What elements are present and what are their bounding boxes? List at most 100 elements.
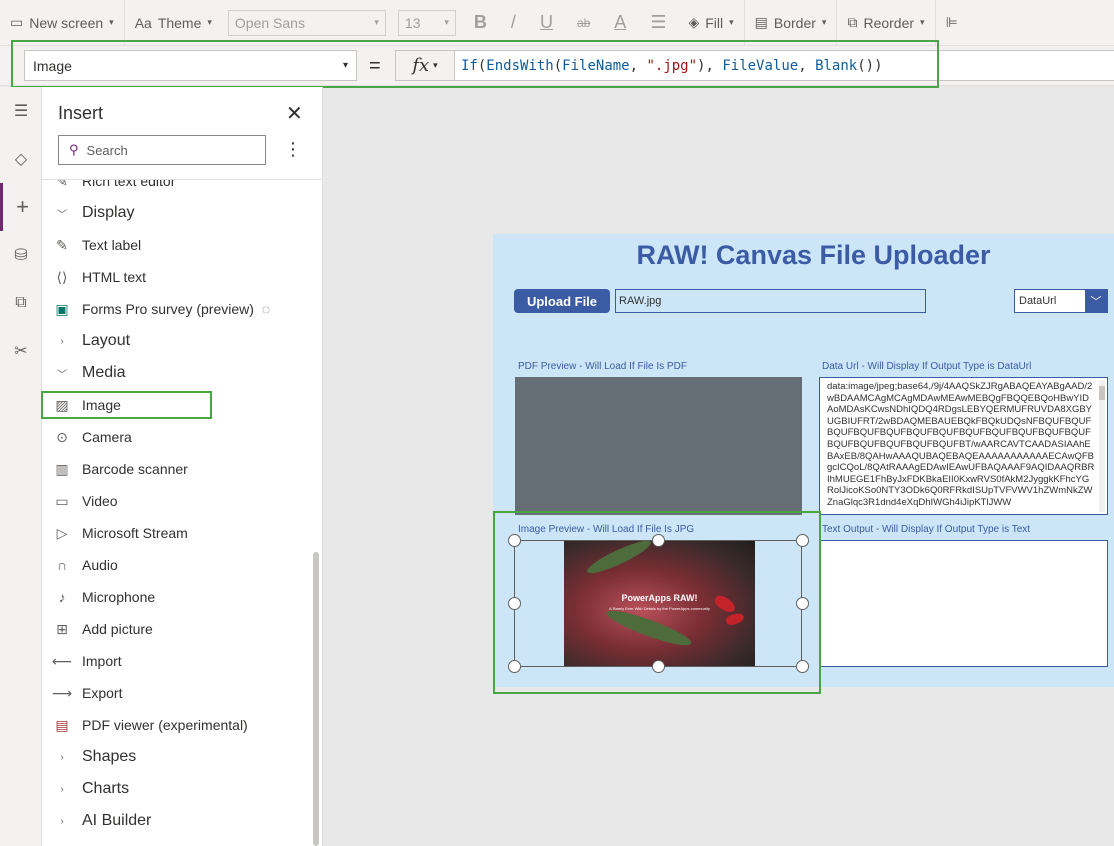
insert-item[interactable]: ⊞ Add picture: [42, 613, 312, 645]
export-icon: ⟶: [51, 684, 73, 701]
insert-item-label: Media: [82, 364, 126, 381]
insert-item-label: Camera: [82, 429, 132, 445]
insert-item-label: Text label: [82, 237, 142, 253]
insert-item-label: Add picture: [82, 621, 153, 637]
dataurl-scrollbar[interactable]: [1099, 380, 1105, 512]
advanced-tools-icon[interactable]: ✂: [0, 327, 42, 375]
data-icon[interactable]: ⛁: [0, 231, 42, 279]
search-input[interactable]: ⚲ Search: [58, 135, 266, 165]
chevron-right-icon: ›: [60, 751, 64, 763]
dataurl-label: Data Url - Will Display If Output Type i…: [822, 361, 1032, 372]
pdf-viewer[interactable]: [515, 377, 802, 515]
output-type-dropdown[interactable]: DataUrl ﹀: [1014, 289, 1108, 313]
panel-scrollbar[interactable]: [313, 552, 319, 846]
insert-item[interactable]: ♪ Microphone: [42, 581, 312, 613]
paint-bucket-icon: ◈: [688, 14, 700, 30]
insert-item[interactable]: ▤ PDF viewer (experimental): [42, 709, 312, 741]
font-family-select[interactable]: Open Sans ▾: [227, 9, 386, 36]
insert-item-label: AI Builder: [82, 812, 152, 829]
add-picture-icon: ⊞: [56, 620, 68, 637]
close-icon[interactable]: ✕: [286, 101, 303, 126]
insert-item[interactable]: ▣ Forms Pro survey (preview) ◌: [42, 293, 312, 325]
camera-icon: ⊙: [56, 428, 68, 445]
text-output[interactable]: [819, 540, 1108, 667]
pdf-preview-label: PDF Preview - Will Load If File Is PDF: [518, 361, 687, 372]
more-options-icon[interactable]: ⋮: [284, 139, 302, 160]
fill-label: Fill: [705, 14, 724, 31]
insert-item[interactable]: ⊙ Camera: [42, 421, 312, 453]
chevron-down-icon: ▾: [207, 17, 212, 27]
insert-item[interactable]: ⟵ Import: [42, 645, 312, 677]
hamburger-menu-icon[interactable]: ☰: [0, 87, 42, 135]
underline-button[interactable]: U: [528, 12, 565, 33]
theme-icon: Aa: [134, 14, 152, 31]
formula-highlight-box: [11, 40, 939, 88]
forms-icon: ▣: [55, 300, 69, 317]
category-header[interactable]: › Shapes: [42, 741, 312, 773]
headphones-icon: ∩: [56, 557, 68, 573]
fill-button[interactable]: ◈ Fill ▾: [678, 0, 743, 46]
category-header[interactable]: › AI Builder: [42, 805, 312, 837]
chevron-right-icon: ›: [60, 335, 64, 347]
insert-item-label: PDF viewer (experimental): [82, 717, 248, 733]
font-family-value: Open Sans: [234, 14, 305, 31]
insert-item-label: Forms Pro survey (preview): [82, 301, 254, 317]
stream-icon: ▷: [56, 524, 68, 541]
insert-item-label: Rich text editor: [82, 180, 176, 189]
chevron-down-icon: ▾: [920, 17, 925, 27]
left-rail: ☰ ◇ + ⛁ ⧉ ✂: [0, 87, 42, 846]
align-objects-button[interactable]: ⊫: [936, 0, 968, 46]
category-header[interactable]: ﹀ Media: [42, 357, 312, 389]
insert-item-label: Microphone: [82, 589, 156, 605]
align-button[interactable]: ☰: [638, 12, 678, 33]
dataurl-output[interactable]: data:image/jpeg;base64,/9j/4AAQSkZJRgABA…: [819, 377, 1108, 515]
italic-button[interactable]: /: [499, 12, 528, 33]
insert-item-label: HTML text: [82, 269, 147, 285]
insert-item-label: Layout: [82, 332, 131, 349]
media-icon[interactable]: ⧉: [0, 279, 42, 327]
chevron-down-icon: ﹀: [57, 369, 67, 381]
import-icon: ⟵: [51, 652, 73, 669]
microphone-icon: ♪: [58, 589, 66, 605]
insert-item[interactable]: ✎ Text label: [42, 229, 312, 261]
reorder-button[interactable]: ⧉ Reorder ▾: [837, 0, 934, 46]
insert-item[interactable]: ⟨⟩ HTML text: [42, 261, 312, 293]
dataurl-text: data:image/jpeg;base64,/9j/4AAQSkZJRgABA…: [827, 381, 1095, 508]
app-title: RAW! Canvas File Uploader: [636, 240, 991, 270]
filename-input[interactable]: RAW.jpg: [615, 289, 926, 313]
tree-view-icon[interactable]: ◇: [0, 135, 42, 183]
image-item-highlight-box: [41, 391, 212, 419]
insert-item[interactable]: ▷ Microsoft Stream: [42, 517, 312, 549]
insert-icon[interactable]: +: [0, 183, 42, 231]
theme-button[interactable]: Aa Theme ▾: [125, 0, 222, 46]
insert-list: ✎ Rich text editor ﹀ Display ✎ Text label ⟨⟩ HT…: [42, 180, 323, 846]
bold-button[interactable]: B: [462, 12, 499, 33]
font-color-button[interactable]: A: [602, 12, 638, 33]
insert-item-label: Export: [82, 685, 123, 701]
category-header[interactable]: ﹀ Display: [42, 197, 312, 229]
insert-item[interactable]: ✎ Rich text editor: [42, 180, 312, 197]
border-icon: ▤: [754, 14, 768, 30]
category-header[interactable]: › Charts: [42, 773, 312, 805]
insert-item-label: Import: [82, 653, 122, 669]
insert-item[interactable]: ∩ Audio: [42, 549, 312, 581]
strikethrough-button[interactable]: ab: [565, 16, 602, 30]
upload-file-button[interactable]: Upload File: [514, 289, 610, 313]
theme-label: Theme: [157, 14, 202, 31]
align-left-icon: ⊫: [945, 14, 958, 30]
insert-item[interactable]: ▭ Video: [42, 485, 312, 517]
search-placeholder: Search: [86, 142, 128, 158]
new-screen-icon: ▭: [10, 14, 24, 30]
border-button[interactable]: ▤ Border ▾: [745, 0, 837, 46]
category-header[interactable]: › Layout: [42, 325, 312, 357]
text-label-icon: ✎: [56, 236, 68, 253]
insert-item-label: Shapes: [82, 748, 137, 765]
html-icon: ⟨⟩: [56, 268, 68, 285]
reorder-icon: ⧉: [847, 14, 858, 30]
insert-item[interactable]: ⟶ Export: [42, 677, 312, 709]
font-size-select[interactable]: 13 ▾: [397, 9, 456, 36]
font-size-value: 13: [404, 14, 421, 31]
text-output-label: Text Output - Will Display If Output Typ…: [822, 524, 1031, 535]
insert-item[interactable]: ▥ Barcode scanner: [42, 453, 312, 485]
new-screen-button[interactable]: ▭ New screen ▾: [0, 0, 124, 46]
